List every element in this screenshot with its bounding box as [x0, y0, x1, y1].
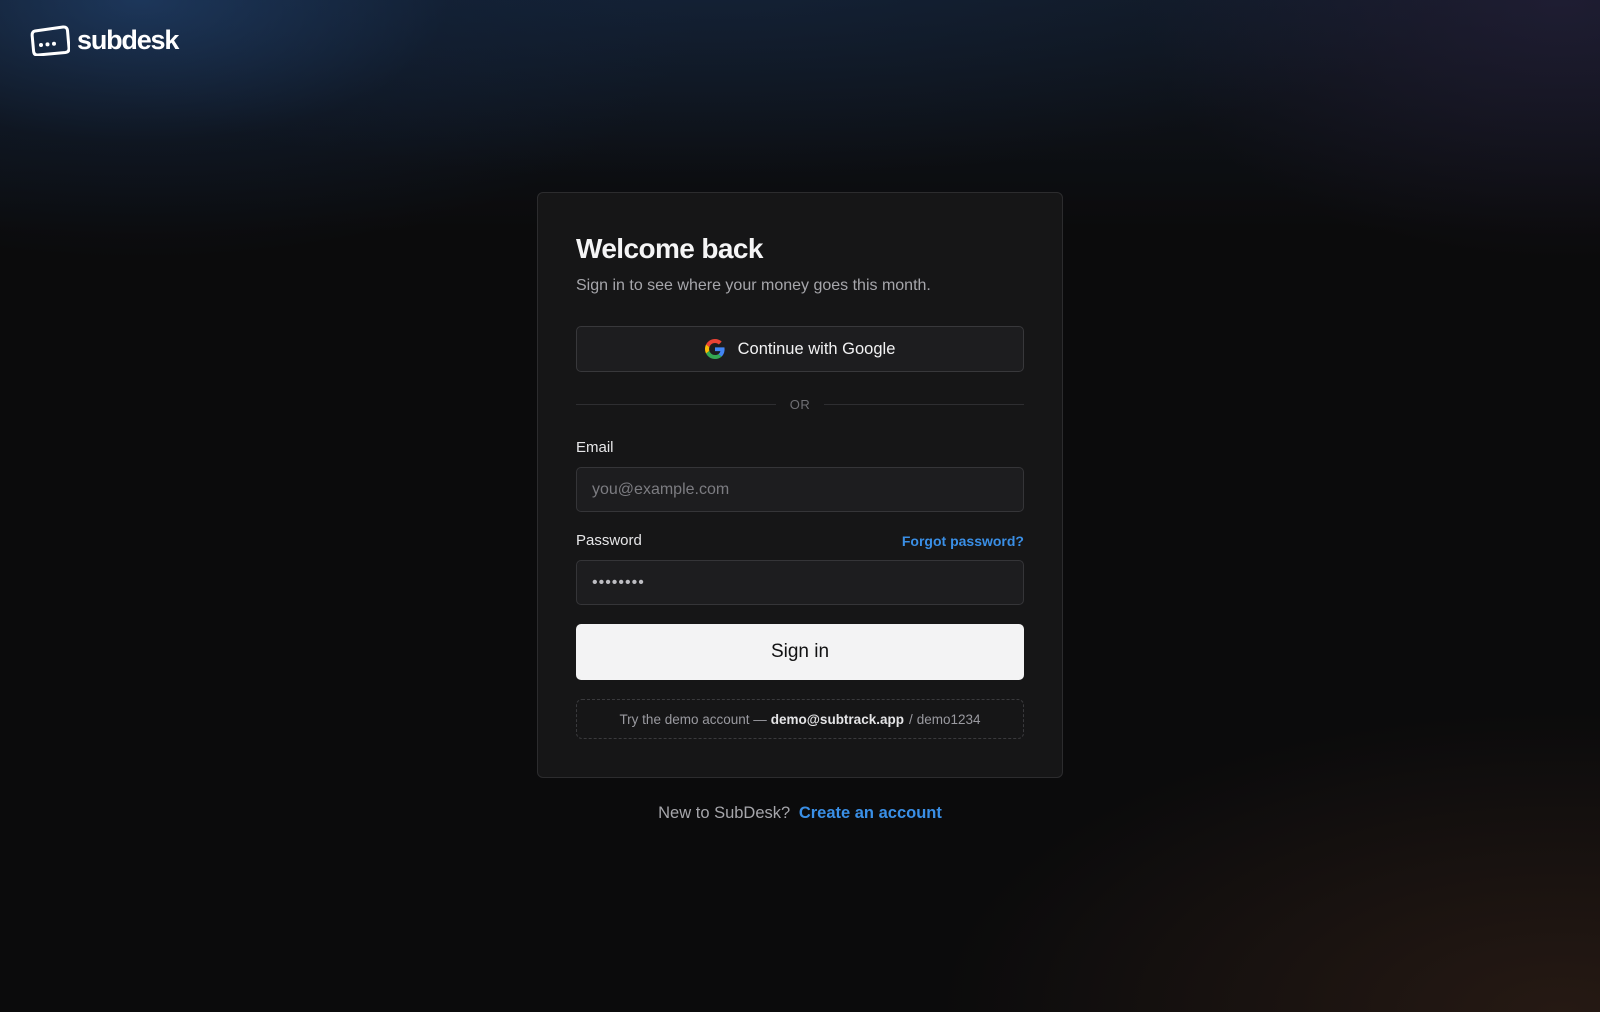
signup-prompt: New to SubDesk? Create an account — [0, 804, 1600, 823]
demo-password: demo1234 — [916, 711, 981, 727]
demo-hint-prefix: Try the demo account — — [619, 711, 767, 727]
signin-card: Welcome back Sign in to see where your m… — [537, 192, 1063, 778]
forgot-password-link[interactable]: Forgot password? — [902, 533, 1024, 549]
create-account-link[interactable]: Create an account — [799, 804, 942, 822]
demo-account-hint: Try the demo account — demo@subtrack.app… — [576, 699, 1024, 739]
ticket-card-icon — [30, 25, 70, 56]
or-divider: OR — [576, 397, 1024, 412]
brand-logo[interactable]: subdesk — [30, 24, 179, 56]
page-subtitle: Sign in to see where your money goes thi… — [576, 277, 931, 294]
divider-or-text: OR — [789, 397, 811, 412]
password-label-row: Password Forgot password? — [576, 531, 1024, 551]
continue-with-google-button[interactable]: Continue with Google — [576, 326, 1024, 372]
demo-email: demo@subtrack.app — [770, 711, 904, 727]
email-field[interactable] — [576, 467, 1024, 512]
sign-in-button[interactable]: Sign in — [576, 624, 1024, 680]
email-label: Email — [576, 439, 614, 456]
password-field[interactable] — [576, 560, 1024, 605]
google-icon — [704, 339, 725, 359]
divider-line-left — [576, 404, 776, 405]
page-title: Welcome back — [576, 233, 763, 264]
brand-name: subdesk — [77, 24, 179, 55]
divider-line-right — [824, 404, 1024, 405]
continue-with-google-label: Continue with Google — [737, 339, 896, 358]
demo-separator: / — [908, 711, 913, 727]
signup-prompt-text: New to SubDesk? — [658, 804, 791, 822]
password-label: Password — [576, 532, 642, 549]
